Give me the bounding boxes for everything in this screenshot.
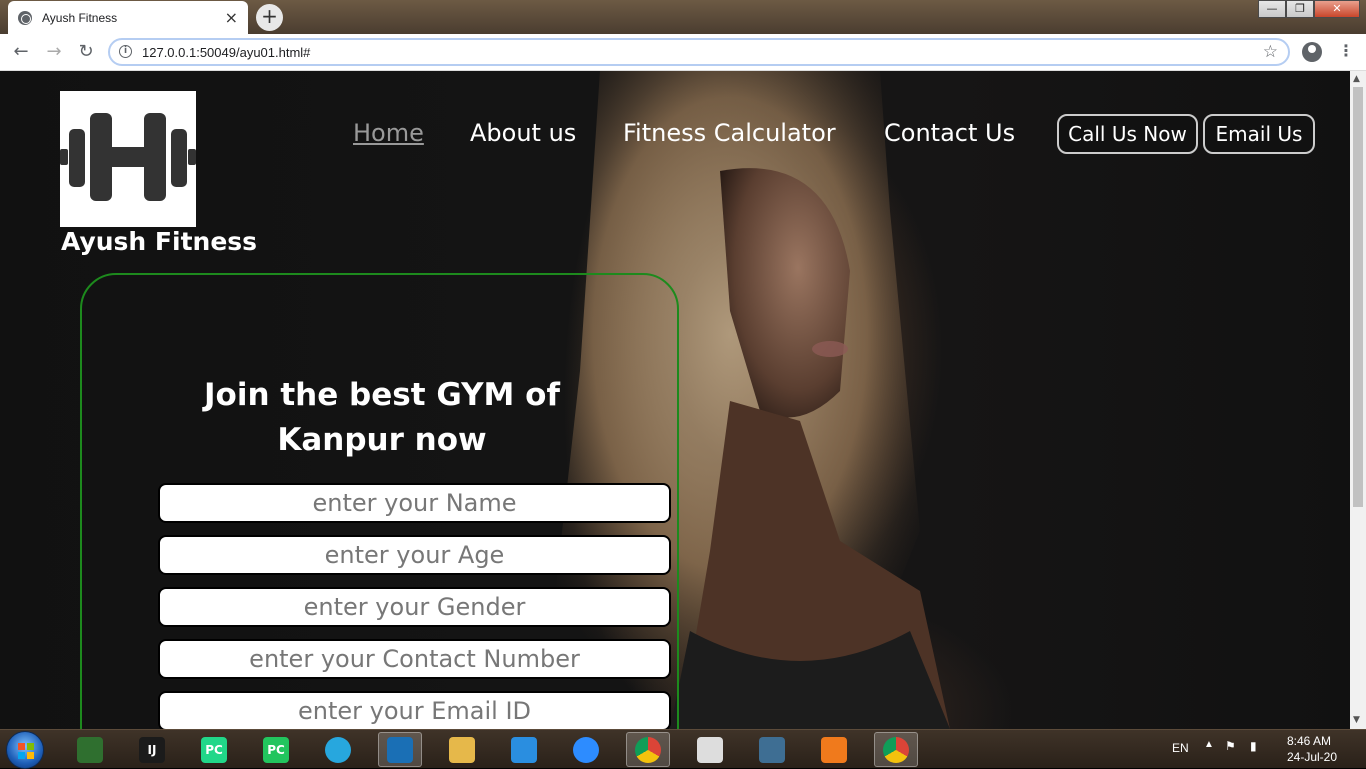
nav-fitness-calculator[interactable]: Fitness Calculator [623, 119, 836, 147]
show-hidden-icons[interactable]: ▲ [1204, 739, 1214, 750]
close-window-button[interactable]: ✕ [1314, 0, 1360, 18]
taskbar-app-file-manager[interactable] [68, 732, 112, 767]
nav-calculator-wrap: Fitness Calculator [623, 119, 836, 147]
taskbar-app-vscode[interactable] [502, 732, 546, 767]
brand-name: Ayush Fitness [61, 227, 258, 256]
intellij-idea-icon: IJ [139, 736, 165, 763]
address-bar[interactable]: i 127.0.0.1:50049/ayu01.html# ☆ [108, 38, 1290, 66]
tab-title: Ayush Fitness [42, 10, 118, 25]
taskbar-app-pycharm-pro[interactable]: PC [192, 732, 236, 767]
nav-contact-wrap: Contact Us [884, 119, 1015, 147]
window-controls: — ❐ ✕ [1258, 0, 1360, 18]
vscode-icon [511, 736, 537, 763]
chrome-icon [635, 736, 661, 763]
form-title-line1: Join the best GYM of [204, 377, 560, 413]
taskbar: IJ PC PC EN ▲ ⚑ ▮ 8:46 AM 24-Jul-20 [0, 729, 1366, 769]
maximize-button[interactable]: ❐ [1286, 0, 1314, 18]
taskbar-app-intellij-idea[interactable]: IJ [130, 732, 174, 767]
forward-button[interactable]: → [43, 41, 65, 63]
scroll-up-icon[interactable]: ▲ [1353, 74, 1360, 84]
alexa-icon [325, 736, 351, 763]
notepad-icon [697, 736, 723, 763]
taskbar-app-pycharm-community[interactable]: PC [254, 732, 298, 767]
scroll-thumb[interactable] [1353, 87, 1363, 507]
brackets-icon [387, 736, 413, 763]
age-input[interactable] [158, 535, 671, 575]
taskbar-app-alexa[interactable] [316, 732, 360, 767]
browser-toolbar: ← → ↻ i 127.0.0.1:50049/ayu01.html# ☆ ⋮ [0, 34, 1366, 71]
nav-contact[interactable]: Contact Us [884, 119, 1015, 147]
xampp-icon [821, 736, 847, 763]
browser-menu-icon[interactable]: ⋮ [1338, 41, 1354, 60]
reload-button[interactable]: ↻ [75, 41, 97, 63]
nav-home[interactable]: Home [353, 119, 424, 147]
windows-logo-icon [18, 743, 34, 759]
email-us-button[interactable]: Email Us [1203, 114, 1315, 154]
url-text[interactable]: 127.0.0.1:50049/ayu01.html# [142, 45, 310, 60]
taskbar-app-notepad[interactable] [688, 732, 732, 767]
battery-icon[interactable]: ▮ [1250, 739, 1257, 753]
taskbar-app-zoom[interactable] [564, 732, 608, 767]
scroll-down-icon[interactable]: ▼ [1353, 715, 1360, 725]
page-viewport: Ayush Fitness Home About us Fitness Calc… [0, 71, 1350, 729]
gender-input[interactable] [158, 587, 671, 627]
minimize-button[interactable]: — [1258, 0, 1286, 18]
taskbar-app-chrome-active[interactable] [874, 732, 918, 767]
contact-number-input[interactable] [158, 639, 671, 679]
logo[interactable] [60, 91, 196, 227]
taskbar-app-brackets[interactable] [378, 732, 422, 767]
form-title: Join the best GYM of Kanpur now [202, 373, 562, 463]
bookmark-star-icon[interactable]: ☆ [1263, 42, 1278, 62]
nav-about-wrap: About us [470, 119, 576, 147]
taskbar-app-mysql-workbench[interactable] [750, 732, 794, 767]
email-input[interactable] [158, 691, 671, 729]
zoom-icon [573, 736, 599, 763]
browser-tab[interactable]: Ayush Fitness × [8, 1, 248, 34]
new-tab-button[interactable]: + [256, 4, 283, 31]
pycharm-community-icon: PC [263, 736, 289, 763]
nav-about[interactable]: About us [470, 119, 576, 147]
start-button[interactable] [6, 731, 44, 769]
chrome-active-icon [883, 736, 909, 763]
profile-avatar-icon[interactable] [1302, 42, 1322, 62]
clock-date[interactable]: 24-Jul-20 [1287, 750, 1337, 764]
nav-home-wrap: Home [353, 119, 424, 147]
page-scrollbar[interactable]: ▲ ▼ [1350, 71, 1366, 729]
close-tab-icon[interactable]: × [225, 8, 238, 27]
clock-time[interactable]: 8:46 AM [1287, 734, 1331, 748]
network-icon[interactable]: ⚑ [1225, 739, 1236, 753]
mysql-workbench-icon [759, 736, 785, 763]
language-indicator[interactable]: EN [1172, 741, 1189, 755]
file-manager-icon [77, 736, 103, 763]
browser-tabstrip: Ayush Fitness × + — ❐ ✕ [0, 0, 1366, 34]
signup-form: Join the best GYM of Kanpur now [80, 273, 679, 729]
form-title-line2: Kanpur now [277, 422, 487, 458]
globe-icon [18, 10, 32, 25]
taskbar-app-xampp[interactable] [812, 732, 856, 767]
taskbar-app-chrome[interactable] [626, 732, 670, 767]
name-input[interactable] [158, 483, 671, 523]
info-icon[interactable]: i [119, 45, 132, 58]
pycharm-pro-icon: PC [201, 736, 227, 763]
call-us-button[interactable]: Call Us Now [1057, 114, 1198, 154]
taskbar-app-explorer-folder[interactable] [440, 732, 484, 767]
explorer-folder-icon [449, 736, 475, 763]
back-button[interactable]: ← [10, 41, 32, 63]
dumbbell-icon [60, 113, 196, 201]
